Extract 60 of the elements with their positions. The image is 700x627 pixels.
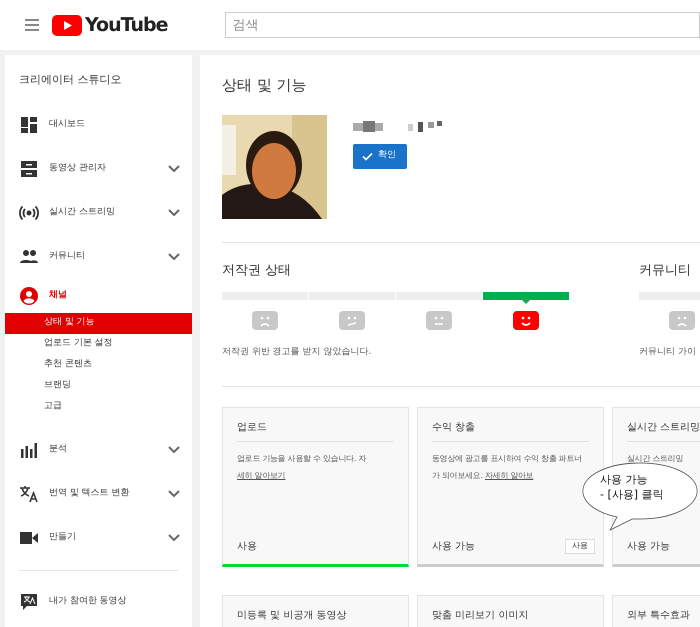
enable-button[interactable]: 사용 [565, 538, 595, 554]
card-description: 실시간 스트리밍 [627, 452, 684, 464]
chevron-down-icon [168, 252, 180, 260]
chevron-down-icon [168, 208, 180, 216]
card-status: 사용 가능 [432, 540, 476, 554]
card-title: 수익 창출 [432, 420, 589, 442]
sidebar-item[interactable]: 대시보드 [5, 102, 192, 146]
card-status: 사용 [237, 540, 257, 554]
status-title: 저작권 상태 [222, 262, 292, 280]
play-logo-icon [52, 14, 82, 36]
menu-icon[interactable] [25, 19, 39, 31]
chevron-down-icon [168, 534, 180, 542]
sidebar-subitem[interactable]: 브랜딩 [5, 376, 192, 396]
page-title: 상태 및 기능 [222, 75, 308, 96]
dashboard-icon [19, 114, 39, 134]
translate-icon [19, 484, 39, 504]
sidebar-item[interactable]: 번역 및 텍스트 변환 [5, 472, 192, 516]
chevron-down-icon [168, 490, 180, 498]
sidebar-item[interactable]: 채널 [5, 278, 192, 312]
sidebar-item[interactable]: 내가 참여한 동영상 [5, 580, 192, 624]
pointer-icon [522, 300, 530, 304]
sidebar-subitem[interactable]: 추천 콘텐츠 [5, 354, 192, 376]
card-description: 업로드 기능을 사용할 수 있습니다. 자 세히 알아보기 [237, 452, 368, 482]
card-status: 사용 가능 [627, 540, 670, 554]
learn-more-link[interactable]: 자세히 알아보 [484, 470, 534, 480]
card-title: 실시간 스트리밍 [627, 420, 700, 442]
status-message: 커뮤니티 가이 [639, 346, 697, 359]
callout-text: 사용 가능 [600, 472, 648, 487]
sidebar-item[interactable]: 커뮤니티 [5, 234, 192, 278]
check-icon [362, 152, 373, 160]
account-icon [19, 286, 39, 306]
sad-face-icon [252, 311, 278, 330]
card-title: 외부 특수효과 [627, 608, 692, 622]
card-description: 동영상에 광고를 표시하여 수익 창출 파트너가 되어보세요. 자세히 알아보 [432, 452, 583, 482]
status-message: 저작권 위반 경고를 받지 않았습니다. [222, 346, 372, 359]
sidebar-subitem[interactable]: 고급 [5, 396, 192, 418]
neutral-face-icon [426, 311, 452, 330]
search-field[interactable]: 검색 [225, 12, 700, 38]
sidebar-subitem[interactable]: 업로드 기본 설정 [5, 334, 192, 354]
verify-button[interactable]: 확인 [353, 144, 407, 168]
smiley-face-icon [513, 311, 539, 330]
sidebar-item[interactable]: 실시간 스트리밍 [5, 190, 192, 234]
translate-bubble-icon [19, 592, 39, 612]
chevron-down-icon [168, 164, 180, 172]
sidebar-item[interactable]: 분석 [5, 428, 192, 472]
drawer-icon [19, 158, 39, 178]
sad-face-icon [669, 311, 695, 330]
logo-text: YouTube [85, 12, 168, 38]
card-title: 업로드 [237, 420, 394, 442]
chevron-down-icon [168, 446, 180, 454]
sidebar-item[interactable]: 동영상 관리자 [5, 146, 192, 190]
sidebar-subitem[interactable]: 상태 및 기능 [5, 312, 192, 334]
sidebar-item[interactable]: 만들기 [5, 516, 192, 560]
card-title: 맞춤 미리보기 이미지 [432, 608, 530, 622]
status-title: 커뮤니티 [639, 262, 692, 280]
skeptical-face-icon [339, 311, 365, 330]
learn-more-link[interactable]: 세히 알아보기 [237, 470, 286, 480]
callout-text: - [사용] 클릭 [600, 487, 664, 502]
sidebar-title: 크리에이터 스튜디오 [19, 72, 122, 88]
card-title: 미등록 및 비공개 동영상 [237, 608, 348, 622]
